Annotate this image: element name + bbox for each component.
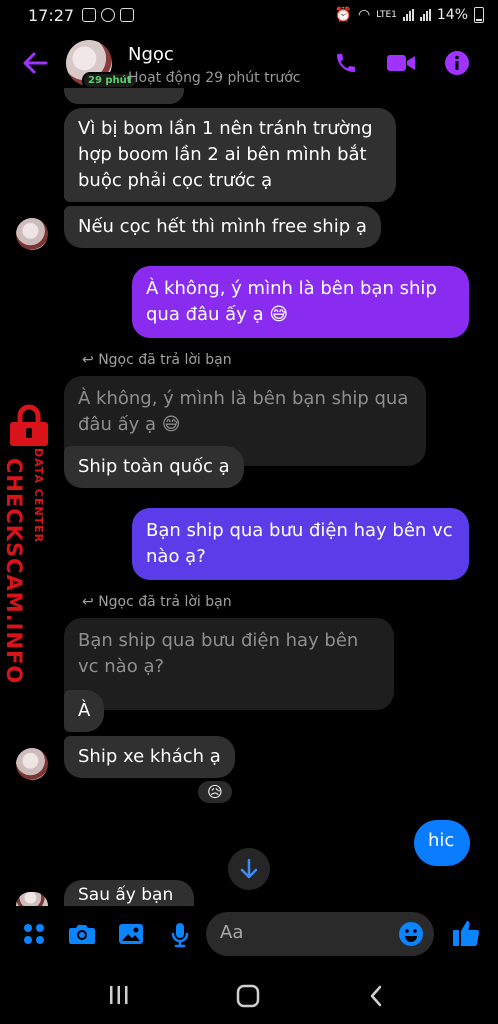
reply-arrow-icon: ↩ — [82, 594, 94, 610]
status-time: 17:27 — [28, 5, 75, 25]
back-arrow-icon[interactable] — [22, 50, 48, 76]
watermark-title: CHECKSCAM.INFO — [2, 458, 26, 685]
gallery-icon[interactable] — [118, 922, 144, 950]
phone-call-icon[interactable] — [334, 51, 358, 75]
signal-icon-2 — [419, 9, 431, 21]
header-actions — [334, 50, 470, 76]
reply-indicator: ↩ Ngọc đã trả lời bạn — [82, 594, 232, 610]
watermark-subtitle: DATA CENTER — [32, 448, 45, 544]
reply-label-text: Ngọc đã trả lời bạn — [98, 352, 232, 368]
camera-icon[interactable] — [68, 922, 96, 950]
reply-label-text: Ngọc đã trả lời bạn — [98, 594, 232, 610]
message-bubble-partial — [64, 88, 184, 104]
nav-back-icon[interactable] — [368, 984, 384, 1014]
message-incoming[interactable]: À — [64, 690, 105, 732]
chat-header: 29 phút Ngọc Hoạt động 29 phút trước — [0, 32, 498, 94]
home-icon[interactable] — [236, 984, 260, 1014]
contact-name[interactable]: Ngọc — [128, 44, 174, 65]
android-nav-bar — [0, 966, 498, 1024]
message-incoming-partial[interactable]: Sau ấy bạn — [64, 880, 194, 906]
message-incoming[interactable]: Nếu cọc hết thì mình free ship ạ — [64, 206, 381, 248]
message-incoming[interactable]: Ship toàn quốc ạ — [64, 446, 244, 488]
alarm-icon: ⏰ — [334, 7, 352, 23]
contact-avatar-small[interactable] — [16, 748, 48, 780]
message-outgoing[interactable]: Bạn ship qua bưu điện hay bên vc nào ạ? — [132, 508, 469, 580]
like-thumb-icon[interactable] — [452, 918, 480, 952]
battery-icon — [474, 7, 484, 23]
message-input[interactable]: Aa — [206, 912, 434, 956]
watermark: DATA CENTER CHECKSCAM.INFO — [2, 404, 62, 684]
activity-status: Hoạt động 29 phút trước — [128, 70, 301, 86]
message-reaction[interactable]: 😥 — [196, 779, 234, 805]
contact-avatar-small — [16, 892, 48, 906]
info-icon[interactable] — [444, 50, 470, 76]
message-input-placeholder: Aa — [220, 922, 244, 943]
status-bar: 17:27 ⏰ ◠ LTE1 14% — [0, 0, 498, 30]
arrow-down-icon — [240, 858, 258, 879]
menu-dots-icon[interactable] — [22, 922, 46, 950]
lock-logo-icon — [10, 404, 48, 446]
wifi-icon: ◠ — [357, 7, 371, 23]
scroll-to-bottom-button[interactable] — [228, 848, 270, 890]
battery-percent: 14% — [436, 7, 468, 23]
message-outgoing[interactable]: hic — [414, 820, 470, 866]
signal-icon — [402, 9, 414, 21]
messenger-notification-icon — [101, 8, 116, 22]
notification-icon — [82, 8, 97, 22]
gallery-notification-icon — [120, 8, 135, 22]
message-outgoing[interactable]: À không, ý mình là bên bạn ship qua đâu … — [132, 266, 469, 338]
emoji-icon[interactable] — [398, 921, 424, 951]
message-incoming[interactable]: Vì bị bom lần 1 nên tránh trường hợp boo… — [64, 108, 396, 202]
microphone-icon[interactable] — [170, 922, 190, 952]
composer-bar: Aa — [0, 908, 498, 964]
status-indicators: ⏰ ◠ LTE1 14% — [335, 7, 484, 23]
network-type: LTE1 — [376, 10, 397, 20]
message-incoming[interactable]: Ship xe khách ạ — [64, 736, 235, 778]
video-call-icon[interactable] — [386, 52, 416, 74]
contact-avatar-small[interactable] — [16, 218, 48, 250]
reply-indicator: ↩ Ngọc đã trả lời bạn — [82, 352, 232, 368]
recent-apps-icon[interactable] — [108, 984, 130, 1012]
quoted-message[interactable]: Bạn ship qua bưu điện hay bên vc nào ạ? — [64, 618, 394, 710]
reply-arrow-icon: ↩ — [82, 352, 94, 368]
